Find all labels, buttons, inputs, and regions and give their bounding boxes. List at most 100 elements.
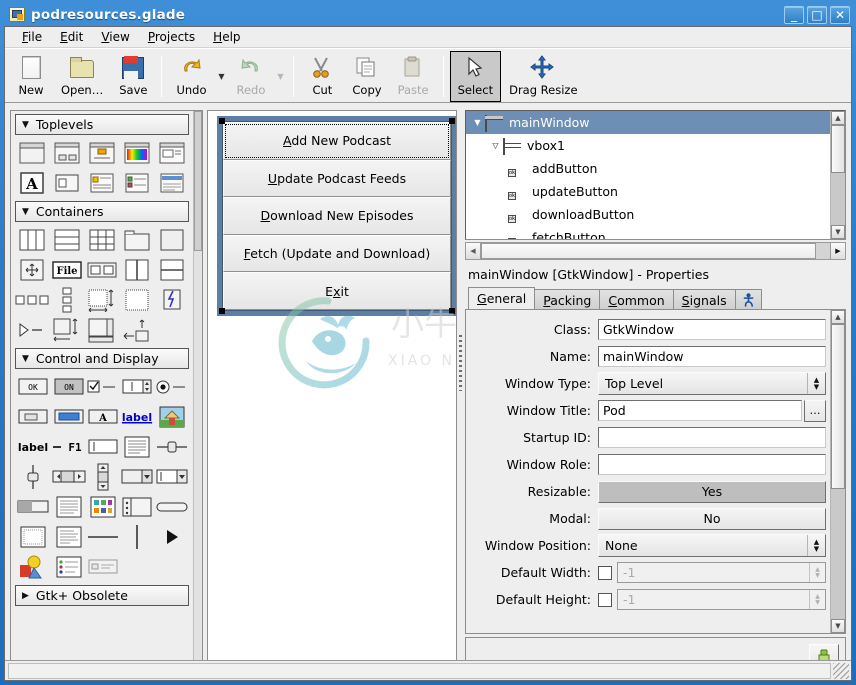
design-canvas[interactable]: Add New Podcast Update Podcast Feeds Dow… xyxy=(207,110,457,680)
palette-item-radio-button[interactable] xyxy=(155,373,189,400)
palette-item-hseparator[interactable] xyxy=(87,523,119,550)
palette-section-containers[interactable]: ▼ Containers xyxy=(15,201,189,222)
resize-handle-nw[interactable] xyxy=(219,118,225,124)
scroll-down-icon[interactable]: ▼ xyxy=(831,225,845,239)
palette-item-status-icon[interactable] xyxy=(15,553,51,580)
palette-item-vscale[interactable] xyxy=(15,463,51,490)
tree-row-mainwindow[interactable]: ▼ mainWindow xyxy=(466,111,830,134)
scroll-right-icon[interactable]: ▶ xyxy=(830,243,845,259)
palette-item-color-selection-dialog[interactable] xyxy=(119,139,154,166)
palette-item-hbox[interactable] xyxy=(15,226,50,253)
class-input[interactable]: GtkWindow xyxy=(598,319,826,340)
splitter-grip[interactable] xyxy=(459,335,462,391)
palette-item-label[interactable]: label xyxy=(15,433,51,460)
resize-handle-ne[interactable] xyxy=(449,118,455,124)
tree-row-updatebutton[interactable]: ok updateButton xyxy=(466,180,830,203)
palette-item-list-window[interactable] xyxy=(119,169,154,196)
palette-item-about-dialog[interactable]: A xyxy=(15,169,50,196)
tab-common[interactable]: Common xyxy=(599,289,674,310)
maximize-button[interactable]: □ xyxy=(807,5,827,24)
palette-item-accel-label[interactable]: F1 xyxy=(51,433,87,460)
tree-hscroll-track[interactable] xyxy=(481,243,830,259)
window-position-combo[interactable]: None ▲ ▼ xyxy=(598,534,826,557)
window-type-combo[interactable]: Top Level ▲ ▼ xyxy=(598,372,826,395)
palette-item-fixed[interactable] xyxy=(119,286,154,313)
design-button-download-new-episodes[interactable]: Download New Episodes xyxy=(223,197,451,235)
resize-handle-sw[interactable] xyxy=(219,308,225,314)
tree-row-fetchbutton[interactable]: ok fetchButton xyxy=(466,226,830,239)
window-role-input[interactable] xyxy=(598,454,826,475)
palette-section-control-and-display[interactable]: ▼ Control and Display xyxy=(15,348,189,369)
design-button-exit[interactable]: Exit xyxy=(223,272,451,310)
menu-file[interactable]: File xyxy=(13,28,51,46)
scroll-up-icon[interactable]: ▲ xyxy=(831,310,845,324)
toolbar-select-button[interactable]: Select xyxy=(449,51,502,102)
tree-expander-icon[interactable]: ▼ xyxy=(470,118,485,127)
window-title-input[interactable]: Pod xyxy=(598,400,802,421)
palette-item-status-bar[interactable] xyxy=(155,493,189,520)
palette-item-hpaned[interactable] xyxy=(119,256,154,283)
menu-help[interactable]: Help xyxy=(204,28,249,46)
palette-item-vpaned[interactable] xyxy=(154,256,189,283)
modal-toggle[interactable]: No xyxy=(598,507,826,530)
palette-item-alignment[interactable] xyxy=(15,256,50,283)
palette-scrollbar-thumb[interactable] xyxy=(194,111,202,251)
resize-handle-se[interactable] xyxy=(449,308,455,314)
startup-id-input[interactable] xyxy=(598,427,826,448)
palette-item-layout[interactable] xyxy=(119,493,155,520)
spin-arrows-icon[interactable]: ▲ ▼ xyxy=(809,563,825,582)
palette-item-hscale[interactable] xyxy=(155,433,189,460)
palette-item-table[interactable] xyxy=(85,226,120,253)
palette-scrollbar[interactable] xyxy=(193,111,202,680)
spin-arrows-icon[interactable]: ▲ ▼ xyxy=(809,590,825,609)
palette-item-notebook[interactable] xyxy=(119,226,154,253)
palette-item-color-button[interactable] xyxy=(51,403,87,430)
spin-arrows-icon[interactable]: ▲ ▼ xyxy=(807,373,825,394)
palette-item-scrolled-window[interactable] xyxy=(85,316,120,343)
toolbar-cut-button[interactable]: Cut xyxy=(300,51,344,102)
toolbar-undo-button[interactable]: Undo xyxy=(168,51,214,102)
palette-item-toolbar-window[interactable] xyxy=(154,169,189,196)
palette-item-text-buffer[interactable] xyxy=(51,523,87,550)
tree-row-downloadbutton[interactable]: ok downloadButton xyxy=(466,203,830,226)
palette-item-icon-view[interactable] xyxy=(87,493,119,520)
palette-item-vbox[interactable] xyxy=(50,226,85,253)
palette-item-aspect-frame[interactable] xyxy=(50,316,85,343)
menu-view[interactable]: View xyxy=(92,28,138,46)
palette-item-file-chooser-dialog[interactable] xyxy=(154,139,189,166)
palette-item-file-chooser-widget[interactable]: File xyxy=(50,256,85,283)
toolbar-copy-button[interactable]: Copy xyxy=(344,51,389,102)
toolbar-drag-resize-button[interactable]: Drag Resize xyxy=(501,51,585,102)
default-width-checkbox[interactable] xyxy=(598,565,612,580)
palette-item-hbutton-box[interactable] xyxy=(85,256,120,283)
palette-item-window[interactable] xyxy=(15,139,50,166)
tree-row-addbutton[interactable]: ok addButton xyxy=(466,157,830,180)
palette-item-font-button[interactable]: A xyxy=(87,403,119,430)
design-mock-window[interactable]: Add New Podcast Update Podcast Feeds Dow… xyxy=(217,116,456,316)
menu-projects[interactable]: Projects xyxy=(139,28,204,46)
design-button-add-new-podcast[interactable]: Add New Podcast xyxy=(223,122,451,160)
palette-item-viewport[interactable] xyxy=(85,286,120,313)
scroll-up-icon[interactable]: ▲ xyxy=(831,111,845,125)
tab-packing[interactable]: Packing xyxy=(534,289,601,310)
palette-item-list-store[interactable] xyxy=(51,553,87,580)
palette-item-frame[interactable] xyxy=(154,226,189,253)
palette-item-vseparator[interactable] xyxy=(119,523,155,550)
resize-grip-icon[interactable] xyxy=(833,662,849,679)
tree-horizontal-scrollbar[interactable]: ◀ ▶ xyxy=(465,242,846,260)
palette-item-assistant[interactable] xyxy=(50,169,85,196)
palette-section-gtk-obsolete[interactable]: ▶ Gtk+ Obsolete xyxy=(15,585,189,606)
tab-signals[interactable]: Signals xyxy=(672,289,736,310)
palette-item-entry[interactable] xyxy=(87,433,119,460)
palette-item-check-button[interactable] xyxy=(87,373,119,400)
name-input[interactable]: mainWindow xyxy=(598,346,826,367)
tree-vertical-scrollbar[interactable]: ▲ ▼ xyxy=(830,111,845,239)
palette-item-combo-box-entry[interactable] xyxy=(155,463,189,490)
palette-item-arrow[interactable] xyxy=(155,523,189,550)
palette-item-progress-bar[interactable] xyxy=(15,493,51,520)
palette-item-file-chooser-button[interactable] xyxy=(15,403,51,430)
toolbar-new-button[interactable]: New xyxy=(9,51,53,102)
default-width-spinbox[interactable]: -1 ▲ ▼ xyxy=(617,562,826,583)
tab-general[interactable]: General xyxy=(468,287,536,310)
pane-splitter[interactable] xyxy=(457,103,464,680)
